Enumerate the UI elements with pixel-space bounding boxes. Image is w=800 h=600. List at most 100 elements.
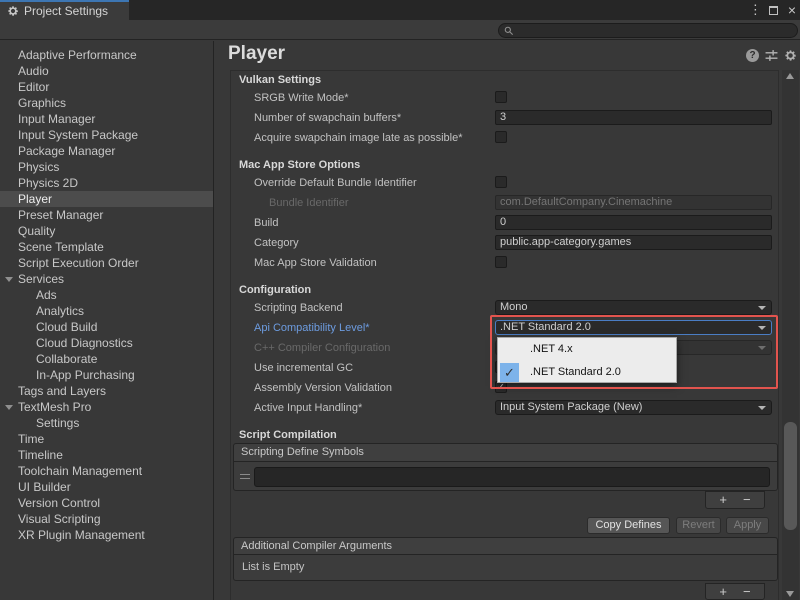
sidebar-item-label: Input System Package [18,128,138,142]
sidebar-item-physics-2d[interactable]: Physics 2D [0,175,213,191]
sidebar-item-toolchain-management[interactable]: Toolchain Management [0,463,213,479]
sidebar-item-label: Audio [18,64,49,78]
srgb-write-mode-checkbox[interactable] [495,91,507,103]
sidebar-item-editor[interactable]: Editor [0,79,213,95]
drag-handle-icon[interactable] [240,474,250,479]
api-compatibility-popup: .NET 4.x .NET Standard 2.0 [497,337,677,383]
vertical-scrollbar[interactable] [782,70,799,600]
acquire-swapchain-image-late-as-possible-checkbox[interactable] [495,131,507,143]
sidebar-item-player[interactable]: Player [0,191,213,207]
popup-option-net-standard-2-0[interactable]: .NET Standard 2.0 [498,361,676,384]
sidebar-item-label: Cloud Diagnostics [36,336,133,350]
mac-app-store-validation-checkbox[interactable] [495,256,507,268]
sidebar-item-scene-template[interactable]: Scene Template [0,239,213,255]
build-field[interactable]: 0 [495,215,772,230]
sidebar-item-cloud-build[interactable]: Cloud Build [0,319,213,335]
sidebar-item-label: Preset Manager [18,208,103,222]
label-use-incremental-gc: Use incremental GC [254,359,353,377]
help-icon[interactable]: ? [746,49,759,62]
sidebar-item-settings[interactable]: Settings [0,415,213,431]
foldout-icon[interactable] [5,405,13,410]
override-default-bundle-identifier-checkbox[interactable] [495,176,507,188]
section-mac-app-store-options: Mac App Store Options [239,157,360,173]
sidebar-item-physics[interactable]: Physics [0,159,213,175]
search-input[interactable] [517,25,777,36]
setting-row-category: Categorypublic.app-category.games [230,234,779,252]
sidebar-item-label: TextMesh Pro [18,400,91,414]
sidebar-item-tags-and-layers[interactable]: Tags and Layers [0,383,213,399]
sidebar-item-ads[interactable]: Ads [0,287,213,303]
foldout-icon[interactable] [5,277,13,282]
sidebar-item-script-execution-order[interactable]: Script Execution Order [0,255,213,271]
sidebar-item-analytics[interactable]: Analytics [0,303,213,319]
label-srgb-write-mode: SRGB Write Mode* [254,89,349,107]
label-mac-app-store-validation: Mac App Store Validation [254,254,377,272]
number-of-swapchain-buffers-field[interactable]: 3 [495,110,772,125]
add-item-button[interactable]: + [719,584,727,599]
sidebar-item-label: Timeline [18,448,63,462]
sidebar-item-label: Time [18,432,44,446]
category-field[interactable]: public.app-category.games [495,235,772,250]
sidebar-item-label: Toolchain Management [18,464,142,478]
label-acquire-swapchain-image-late-as-possible: Acquire swapchain image late as possible… [254,129,463,147]
sidebar-item-cloud-diagnostics[interactable]: Cloud Diagnostics [0,335,213,351]
setting-row-active-input-handling: Active Input Handling*Input System Packa… [230,399,779,417]
sidebar-item-label: In-App Purchasing [36,368,135,382]
setting-row-number-of-swapchain-buffers: Number of swapchain buffers*3 [230,109,779,127]
sidebar-item-graphics[interactable]: Graphics [0,95,213,111]
scrollbar-thumb[interactable] [784,422,797,530]
apply-button[interactable]: Apply [726,517,769,534]
kebab-menu-icon[interactable]: ⋮ [749,0,759,20]
setting-row-scripting-backend: Scripting BackendMono [230,299,779,317]
sidebar-item-visual-scripting[interactable]: Visual Scripting [0,511,213,527]
sidebar-item-input-manager[interactable]: Input Manager [0,111,213,127]
maximize-icon[interactable] [769,6,778,15]
search-field[interactable] [498,23,798,38]
setting-row-acquire-swapchain-image-late-as-possible: Acquire swapchain image late as possible… [230,129,779,147]
sidebar: Adaptive PerformanceAudioEditorGraphicsI… [0,41,213,600]
sidebar-item-xr-plugin-management[interactable]: XR Plugin Management [0,527,213,543]
popup-option-label: .NET Standard 2.0 [530,366,621,378]
sidebar-item-collaborate[interactable]: Collaborate [0,351,213,367]
sidebar-item-label: Tags and Layers [18,384,106,398]
sidebar-item-preset-manager[interactable]: Preset Manager [0,207,213,223]
label-bundle-identifier: Bundle Identifier [269,194,349,212]
sidebar-item-audio[interactable]: Audio [0,63,213,79]
scripting-define-symbols-header: Scripting Define Symbols [234,444,777,462]
sidebar-item-adaptive-performance[interactable]: Adaptive Performance [0,47,213,63]
sidebar-item-label: Adaptive Performance [18,48,137,62]
compiler-args-list-footer: + − [705,583,765,600]
label-override-default-bundle-identifier: Override Default Bundle Identifier [254,174,417,192]
active-input-handling-dropdown[interactable]: Input System Package (New) [495,400,772,415]
sidebar-item-in-app-purchasing[interactable]: In-App Purchasing [0,367,213,383]
gear-icon[interactable] [784,49,797,62]
scroll-up-icon[interactable] [786,73,794,79]
scroll-down-icon[interactable] [786,591,794,597]
copy-defines-button[interactable]: Copy Defines [587,517,670,534]
close-icon[interactable]: × [788,0,796,20]
sidebar-item-textmesh-pro[interactable]: TextMesh Pro [0,399,213,415]
sidebar-item-quality[interactable]: Quality [0,223,213,239]
revert-button[interactable]: Revert [676,517,721,534]
sidebar-item-timeline[interactable]: Timeline [0,447,213,463]
add-item-button[interactable]: + [719,492,727,508]
remove-item-button[interactable]: − [743,584,751,599]
setting-row-api-compatibility-level: Api Compatibility Level*.NET Standard 2.… [230,319,779,337]
sidebar-item-input-system-package[interactable]: Input System Package [0,127,213,143]
setting-row-mac-app-store-validation: Mac App Store Validation [230,254,779,272]
sidebar-item-label: Ads [36,288,57,302]
sidebar-item-services[interactable]: Services [0,271,213,287]
tab-project-settings[interactable]: Project Settings [0,0,129,20]
popup-option-net-4-x[interactable]: .NET 4.x [498,338,676,361]
preset-icon[interactable] [765,49,778,62]
sidebar-item-package-manager[interactable]: Package Manager [0,143,213,159]
sidebar-item-label: Quality [18,224,55,238]
sidebar-item-version-control[interactable]: Version Control [0,495,213,511]
scripting-backend-dropdown[interactable]: Mono [495,300,772,315]
define-symbol-input[interactable] [254,467,770,487]
bundle-identifier-field[interactable]: com.DefaultCompany.Cinemachine [495,195,772,210]
sidebar-item-time[interactable]: Time [0,431,213,447]
api-compatibility-level-dropdown[interactable]: .NET Standard 2.0 [495,320,772,335]
sidebar-item-ui-builder[interactable]: UI Builder [0,479,213,495]
remove-item-button[interactable]: − [743,492,751,508]
